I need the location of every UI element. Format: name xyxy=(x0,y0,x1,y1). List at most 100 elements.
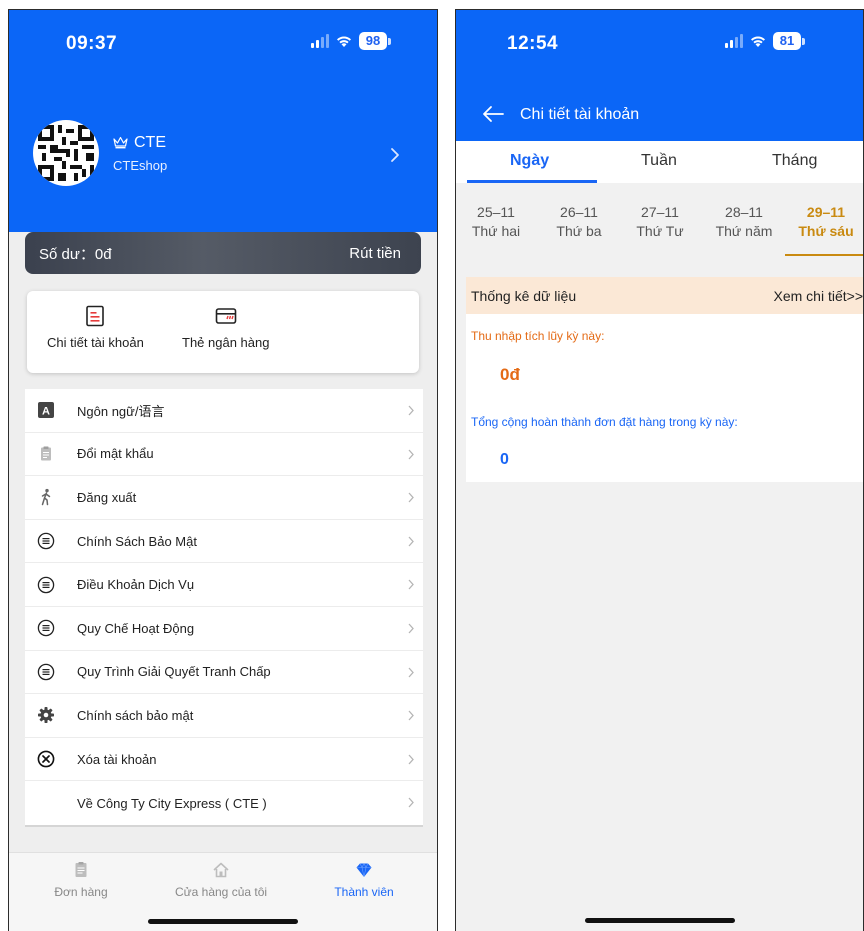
quick-actions-card: Chi tiết tài khoản Thẻ ngân hàng xyxy=(27,291,419,373)
menu-item-security-policy[interactable]: Chính sách bảo mật xyxy=(25,694,423,738)
income-value: 0đ xyxy=(500,365,520,384)
chevron-right-icon xyxy=(408,754,414,765)
day-item[interactable]: 27–11 Thứ Tư xyxy=(624,203,696,241)
quick-action-label: Thẻ ngân hàng xyxy=(182,335,270,350)
menu-label: Quy Chế Hoạt Động xyxy=(77,620,195,636)
menu-item-logout[interactable]: Đăng xuất xyxy=(25,476,423,520)
battery-level: 81 xyxy=(773,32,801,50)
svg-text:A: A xyxy=(42,406,50,418)
stats-header: Thống kê dữ liệu Xem chi tiết>> xyxy=(466,277,864,314)
blank-icon xyxy=(37,794,55,812)
active-tab-indicator xyxy=(467,180,597,183)
account-details-button[interactable]: Chi tiết tài khoản xyxy=(47,305,144,350)
day-item[interactable]: 26–11 Thứ ba xyxy=(543,203,615,241)
tab-day[interactable]: Ngày xyxy=(510,152,549,170)
list-icon xyxy=(37,619,55,637)
day-item[interactable]: 25–11 Thứ hai xyxy=(460,203,532,241)
tab-my-store[interactable]: Cửa hàng của tôi xyxy=(161,861,281,899)
bank-card-button[interactable]: Thẻ ngân hàng xyxy=(182,305,269,350)
menu-item-terms-of-service[interactable]: Điều Khoản Dịch Vụ xyxy=(25,563,423,607)
account-details-screen: 12:54 81 Chi tiết tài khoản Ngày Tuần Th… xyxy=(455,9,864,931)
tab-member[interactable]: Thành viên xyxy=(304,861,424,899)
home-indicator xyxy=(584,918,735,923)
chevron-right-icon[interactable] xyxy=(389,146,401,164)
balance-label: Số dư：0đ xyxy=(39,245,112,263)
home-indicator xyxy=(148,919,298,924)
menu-item-dispute-resolution[interactable]: Quy Trình Giải Quyết Tranh Chấp xyxy=(25,651,423,695)
day-weekday: Thứ Tư xyxy=(636,223,684,239)
qr-code-icon xyxy=(38,125,94,181)
menu-item-delete-account[interactable]: Xóa tài khoản xyxy=(25,738,423,782)
day-date: 28–11 xyxy=(725,204,763,220)
tab-week[interactable]: Tuần xyxy=(641,152,677,170)
tab-label: Đơn hàng xyxy=(54,885,108,899)
menu-item-language[interactable]: A Ngôn ngữ/语言 xyxy=(25,389,423,433)
view-details-link[interactable]: Xem chi tiết>> xyxy=(774,288,864,304)
menu-item-privacy-policy[interactable]: Chính Sách Bảo Mật xyxy=(25,520,423,564)
bank-card-icon xyxy=(215,308,237,324)
profile[interactable]: CTE CTEshop xyxy=(33,120,167,186)
chevron-right-icon xyxy=(408,536,414,547)
list-icon xyxy=(37,576,55,594)
bottom-tab-bar: Đơn hàng Cửa hàng của tôi Thành viên xyxy=(9,852,437,931)
battery-level: 98 xyxy=(359,32,387,50)
menu-label: Điều Khoản Dịch Vụ xyxy=(77,577,195,593)
menu-item-operating-regulations[interactable]: Quy Chế Hoạt Động xyxy=(25,607,423,651)
quick-action-label: Chi tiết tài khoản xyxy=(47,335,144,350)
battery-icon: 98 xyxy=(359,32,391,50)
tab-month[interactable]: Tháng xyxy=(772,152,817,170)
home-icon xyxy=(213,862,229,878)
gear-icon xyxy=(37,706,55,724)
settings-menu: A Ngôn ngữ/语言 Đổi mật khẩu Đăng xuất Chí… xyxy=(25,389,423,827)
chevron-right-icon xyxy=(408,667,414,677)
list-icon xyxy=(37,532,55,550)
day-date: 27–11 xyxy=(641,204,679,220)
back-arrow-icon[interactable] xyxy=(482,105,504,123)
menu-item-change-password[interactable]: Đổi mật khẩu xyxy=(25,433,423,477)
menu-item-about-company[interactable]: Về Công Ty City Express ( CTE ) xyxy=(25,781,423,825)
menu-label: Đăng xuất xyxy=(77,489,137,505)
profile-text: CTE CTEshop xyxy=(113,134,167,173)
tab-label: Thành viên xyxy=(334,885,394,899)
day-weekday: Thứ sáu xyxy=(798,223,854,239)
page-title: Chi tiết tài khoản xyxy=(520,106,640,123)
chevron-right-icon xyxy=(408,449,414,460)
active-day-indicator xyxy=(785,254,863,256)
member-screen: 09:37 98 CTE CTEshop Số dư：0đ Rút tiền C… xyxy=(8,9,438,931)
status-icons: 98 xyxy=(311,32,391,50)
close-circle-icon xyxy=(37,750,55,768)
income-label: Thu nhập tích lũy kỳ này: xyxy=(471,329,605,343)
menu-label: Về Công Ty City Express ( CTE ) xyxy=(77,795,267,811)
status-time: 09:37 xyxy=(66,33,118,54)
day-item-selected[interactable]: 29–11 Thứ sáu xyxy=(787,203,863,241)
menu-label: Xóa tài khoản xyxy=(77,751,157,767)
menu-label: Đổi mật khẩu xyxy=(77,446,154,462)
orders-value: 0 xyxy=(500,451,509,468)
status-bar: 09:37 98 xyxy=(9,10,437,82)
chevron-right-icon xyxy=(408,797,414,808)
crown-icon xyxy=(113,136,128,149)
menu-label: Quy Trình Giải Quyết Tranh Chấp xyxy=(77,664,271,680)
day-date: 26–11 xyxy=(560,204,598,220)
profile-subtitle: CTEshop xyxy=(113,157,168,173)
status-icons: 81 xyxy=(725,32,805,50)
menu-label: Chính sách bảo mật xyxy=(77,707,194,723)
battery-icon: 81 xyxy=(773,32,805,50)
balance-card: Số dư：0đ Rút tiền xyxy=(25,232,421,274)
day-weekday: Thứ hai xyxy=(471,223,521,239)
period-tabs: Ngày Tuần Tháng xyxy=(456,141,863,183)
status-time: 12:54 xyxy=(507,33,559,54)
day-date: 25–11 xyxy=(477,204,515,220)
list-icon xyxy=(37,663,55,681)
language-icon: A xyxy=(37,401,55,419)
stats-title: Thống kê dữ liệu xyxy=(471,287,577,304)
tab-orders[interactable]: Đơn hàng xyxy=(21,861,141,899)
avatar xyxy=(33,120,99,186)
withdraw-button[interactable]: Rút tiền xyxy=(349,245,401,262)
chevron-right-icon xyxy=(408,623,414,634)
status-bar: 12:54 81 xyxy=(456,10,863,82)
wifi-icon xyxy=(337,36,351,47)
day-item[interactable]: 28–11 Thứ năm xyxy=(706,203,782,241)
signal-icon xyxy=(311,34,329,48)
walking-person-icon xyxy=(37,488,55,506)
